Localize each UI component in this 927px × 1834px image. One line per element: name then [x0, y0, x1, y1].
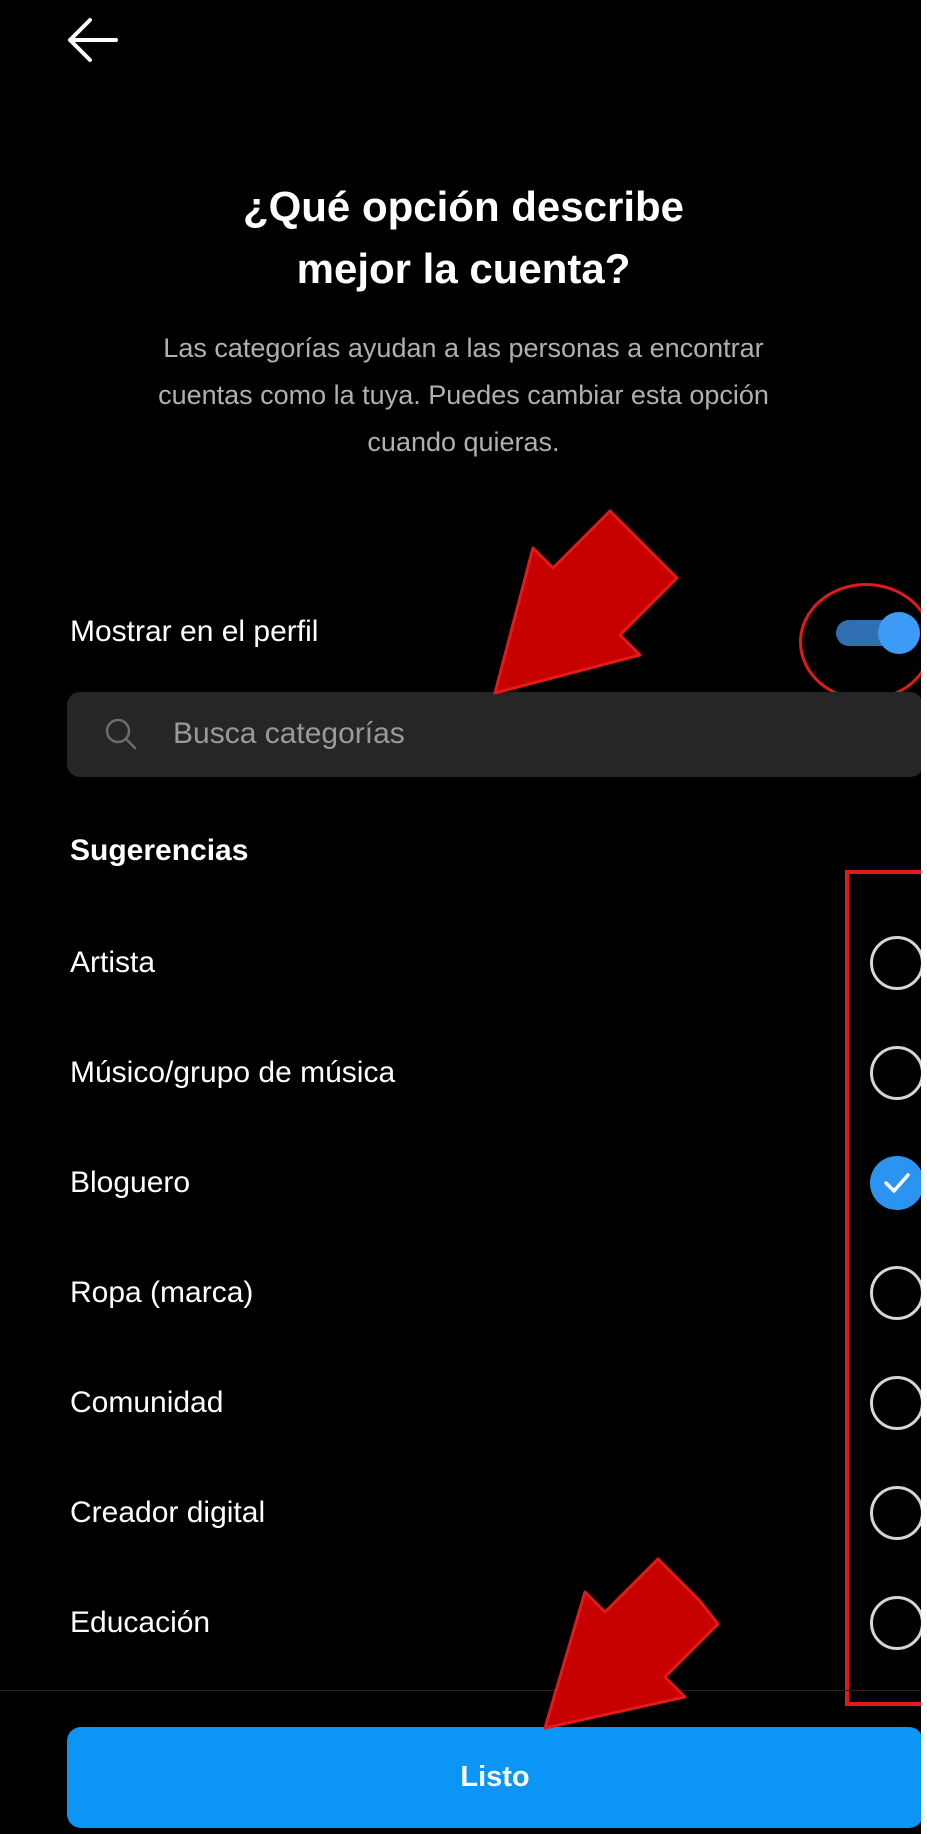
category-option-musico[interactable]: Músico/grupo de música	[0, 1018, 927, 1128]
search-input[interactable]: Busca categorías	[67, 692, 923, 777]
category-label: Creador digital	[70, 1496, 266, 1529]
annotation-arrow-top	[493, 509, 679, 695]
category-label: Ropa (marca)	[70, 1276, 254, 1309]
category-label: Músico/grupo de música	[70, 1056, 396, 1089]
category-option-educacion[interactable]: Educación	[0, 1568, 927, 1678]
divider	[0, 1690, 927, 1691]
category-option-comunidad[interactable]: Comunidad	[0, 1348, 927, 1458]
category-option-artista[interactable]: Artista	[0, 908, 927, 1018]
page-description: Las categorías ayudan a las personas a e…	[158, 333, 769, 457]
category-label: Comunidad	[70, 1386, 224, 1419]
page-title: ¿Qué opción describe mejor la cuenta?	[242, 183, 685, 292]
category-option-bloguero[interactable]: Bloguero	[0, 1128, 927, 1238]
suggestions-heading: Sugerencias	[70, 834, 249, 867]
annotation-circle	[799, 583, 927, 701]
annotation-rectangle	[845, 870, 927, 1706]
category-label: Artista	[70, 946, 156, 979]
screen-edge	[921, 0, 927, 1834]
show-on-profile-label: Mostrar en el perfil	[70, 615, 319, 648]
screen: ¿Qué opción describe mejor la cuenta? La…	[0, 0, 927, 1834]
search-icon	[103, 716, 139, 752]
category-label: Bloguero	[70, 1166, 191, 1199]
back-arrow-icon[interactable]	[64, 14, 122, 66]
category-label: Educación	[70, 1606, 211, 1639]
search-placeholder: Busca categorías	[173, 717, 405, 750]
category-option-creador-digital[interactable]: Creador digital	[0, 1458, 927, 1568]
done-button[interactable]: Listo	[67, 1727, 923, 1828]
category-option-ropa[interactable]: Ropa (marca)	[0, 1238, 927, 1348]
